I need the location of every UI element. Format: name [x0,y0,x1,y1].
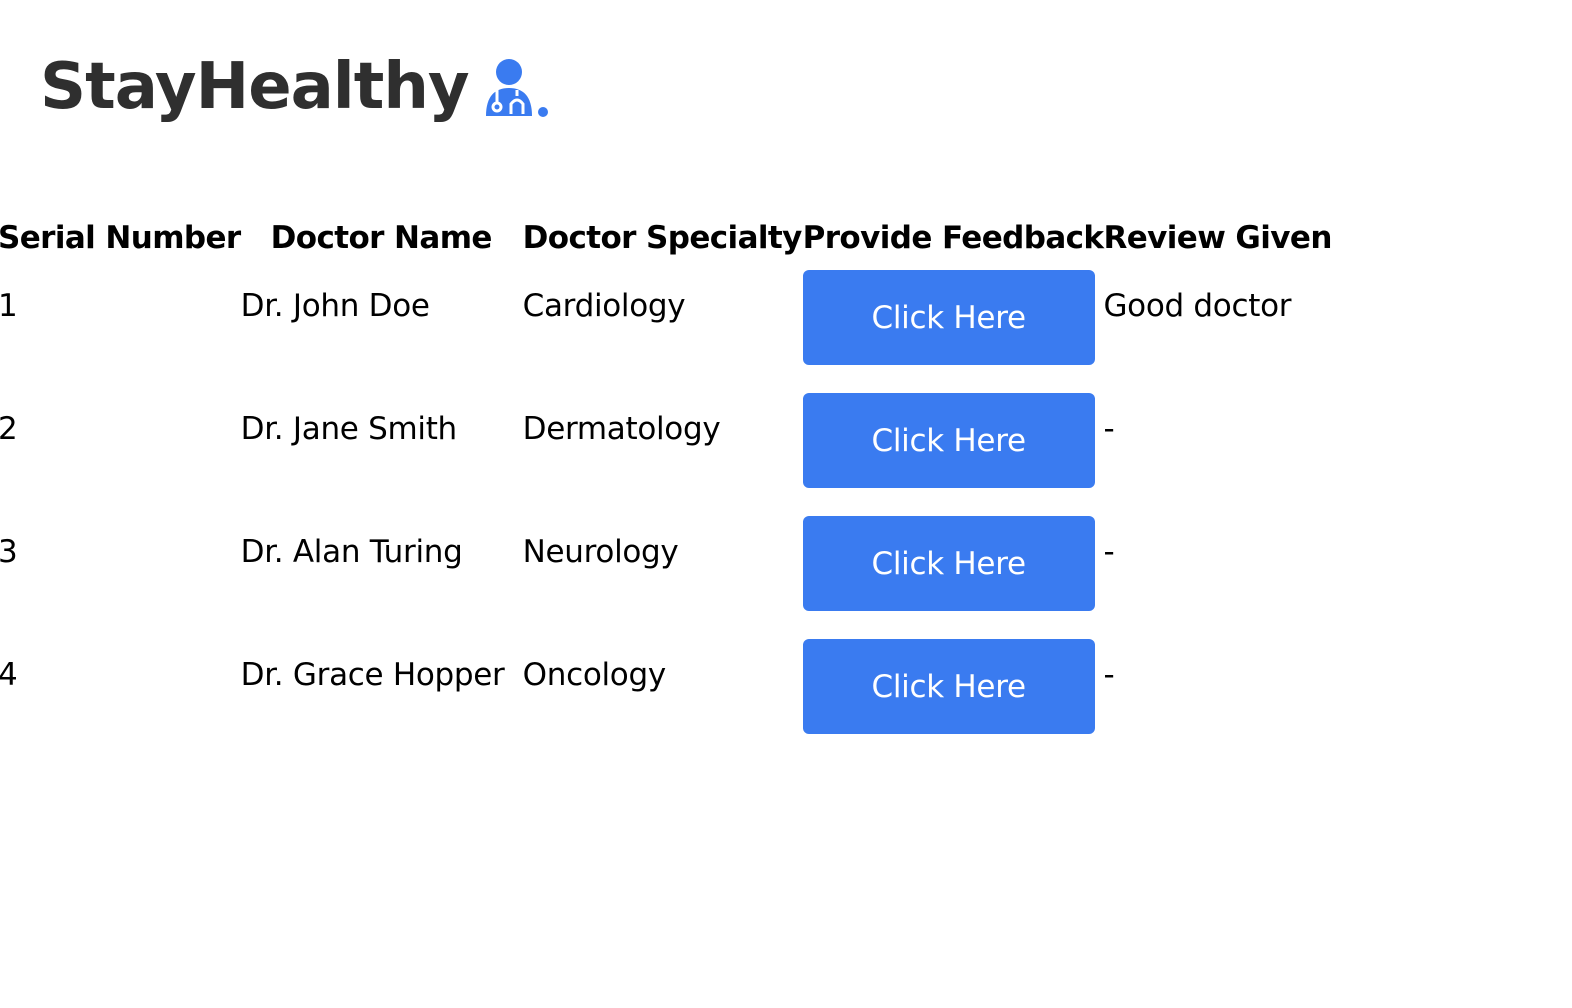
doctor-name: Dr. Jane Smith [240,411,458,447]
header-provide-feedback: Provide Feedback [802,220,1104,256]
doctor-stethoscope-icon [485,59,548,117]
cell-doctor-name: Dr. Alan Turing [241,516,523,639]
cell-feedback: Click Here [802,516,1104,639]
review-given: - [1103,657,1115,693]
serial-number: 4 [0,657,18,693]
table-row: 1 Dr. John Doe Cardiology Click Here Goo… [0,270,1363,393]
brand-logo[interactable]: StayHealthy [40,48,551,126]
header-doctor-specialty: Doctor Specialty [522,220,803,256]
doctor-specialty: Neurology [522,534,679,570]
cell-specialty: Dermatology [523,393,803,516]
header-review-given: Review Given [1103,220,1332,256]
cell-review: - [1103,393,1363,516]
cell-review: Good doctor [1103,270,1363,393]
cell-specialty: Neurology [523,516,803,639]
cell-doctor-name: Dr. Jane Smith [241,393,523,516]
serial-number: 2 [0,411,18,447]
provide-feedback-button[interactable]: Click Here [802,639,1095,734]
provide-feedback-button[interactable]: Click Here [802,393,1095,488]
provide-feedback-button[interactable]: Click Here [802,270,1095,365]
cell-serial: 3 [0,516,241,639]
provide-feedback-button[interactable]: Click Here [802,516,1095,611]
review-given: - [1103,534,1115,570]
cell-review: - [1103,639,1363,762]
table-row: 2 Dr. Jane Smith Dermatology Click Here … [0,393,1363,516]
doctor-name: Dr. Alan Turing [240,534,463,570]
cell-feedback: Click Here [802,393,1104,516]
cell-doctor-name: Dr. Grace Hopper [241,639,523,762]
cell-specialty: Oncology [523,639,803,762]
header-doctor-name-label: Doctor Name [270,220,493,256]
doctor-reviews-table: Serial Number Doctor Name Doctor Special… [0,206,1363,762]
cell-feedback: Click Here [802,639,1104,762]
doctor-name: Dr. Grace Hopper [240,657,505,693]
cell-review: - [1103,516,1363,639]
table-row: 4 Dr. Grace Hopper Oncology Click Here - [0,639,1363,762]
cell-doctor-name: Dr. John Doe [241,270,523,393]
brand-name: StayHealthy [40,50,470,124]
header-doctor-name: Doctor Name [241,206,523,270]
review-given: Good doctor [1103,288,1292,324]
serial-number: 3 [0,534,18,570]
table-header-row: Serial Number Doctor Name Doctor Special… [0,206,1363,270]
cell-specialty: Cardiology [523,270,803,393]
doctor-specialty: Dermatology [522,411,721,447]
doctor-specialty: Cardiology [522,288,686,324]
cell-serial: 1 [0,270,241,393]
header-serial-number: Serial Number [0,220,241,256]
table-row: 3 Dr. Alan Turing Neurology Click Here - [0,516,1363,639]
review-given: - [1103,411,1115,447]
cell-serial: 4 [0,639,241,762]
cell-feedback: Click Here [802,270,1104,393]
cell-serial: 2 [0,393,241,516]
serial-number: 1 [0,288,18,324]
doctor-name: Dr. John Doe [240,288,430,324]
doctor-specialty: Oncology [522,657,667,693]
